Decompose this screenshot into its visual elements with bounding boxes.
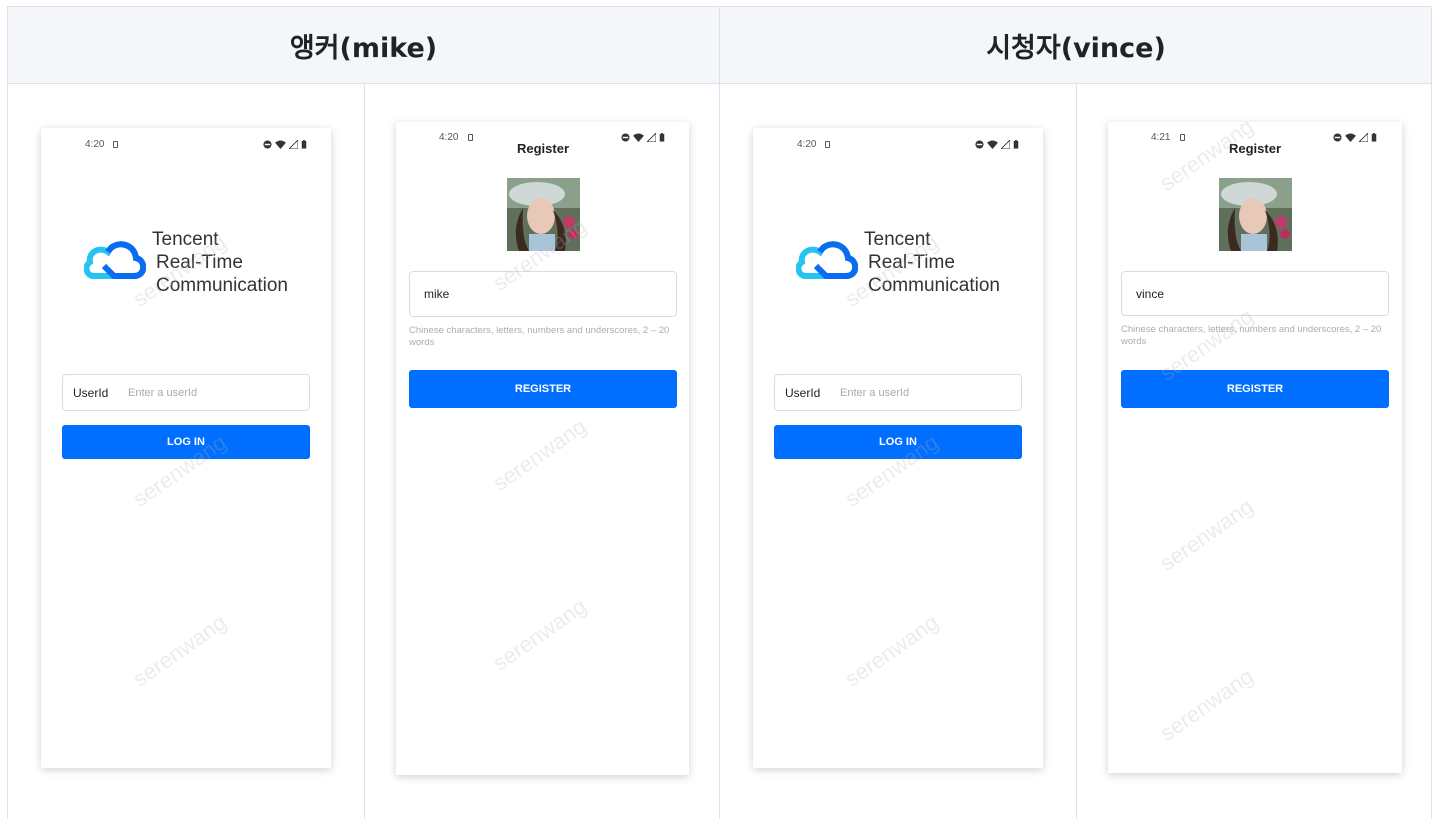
avatar[interactable] xyxy=(1219,178,1292,251)
wifi-icon xyxy=(1345,133,1356,142)
wifi-icon xyxy=(987,140,998,149)
register-button[interactable]: REGISTER xyxy=(409,370,677,408)
userid-placeholder: Enter a userId xyxy=(840,386,910,399)
logo-line: Tencent xyxy=(864,229,931,250)
avatar-image xyxy=(507,178,580,251)
status-icons xyxy=(1333,133,1377,142)
register-button[interactable]: REGISTER xyxy=(1121,370,1389,408)
sim-card-icon xyxy=(113,141,118,148)
header-viewer: 시청자(vince) xyxy=(986,33,1166,64)
battery-icon xyxy=(1371,133,1377,142)
signal-icon xyxy=(1359,133,1368,142)
signal-icon xyxy=(647,133,656,142)
status-icons xyxy=(975,140,1019,149)
userid-label: UserId xyxy=(785,385,821,400)
logo-text: Tencent Real-Time Communication xyxy=(152,228,288,297)
logo-line: Communication xyxy=(156,275,288,296)
status-time: 4:21 xyxy=(1151,132,1171,143)
sim-card-icon xyxy=(825,141,830,148)
header-anchor: 앵커(mike) xyxy=(289,33,438,64)
do-not-disturb-icon xyxy=(621,133,630,142)
userid-label: UserId xyxy=(73,385,109,400)
signal-icon xyxy=(1001,140,1010,149)
signal-icon xyxy=(289,140,298,149)
logo-line: Communication xyxy=(868,275,1000,296)
username-input[interactable]: vince xyxy=(1121,271,1389,316)
watermark: serenwang xyxy=(840,609,943,692)
username-hint: Chinese characters, letters, numbers and… xyxy=(409,325,670,348)
avatar-image xyxy=(1219,178,1292,251)
anchor-register-screen: 4:20 Register mike Chinese characters, l… xyxy=(396,122,689,775)
logo-line: Real-Time xyxy=(156,252,243,273)
watermark: serenwang xyxy=(1155,663,1258,746)
page-title: Register xyxy=(517,141,570,156)
page-title: Register xyxy=(1229,141,1282,156)
cloud-logo-icon xyxy=(796,241,858,279)
logo-line: Tencent xyxy=(152,229,219,250)
viewer-login-screen: 4:20 Tencent Real-Time Communication Use… xyxy=(753,128,1043,768)
watermark: serenwang xyxy=(488,593,591,676)
userid-input[interactable]: UserId Enter a userId xyxy=(62,374,310,411)
column-divider xyxy=(719,7,720,819)
userid-placeholder: Enter a userId xyxy=(128,386,198,399)
battery-icon xyxy=(1013,140,1019,149)
wifi-icon xyxy=(275,140,286,149)
watermark: serenwang xyxy=(128,609,231,692)
column-divider xyxy=(1076,84,1077,819)
battery-icon xyxy=(659,133,665,142)
avatar[interactable] xyxy=(507,178,580,251)
status-time: 4:20 xyxy=(439,132,459,143)
status-icons xyxy=(621,133,665,142)
battery-icon xyxy=(301,140,307,149)
logo-line: Real-Time xyxy=(868,252,955,273)
column-divider xyxy=(364,84,365,819)
anchor-login-screen: 4:20 Tencent Real-Time Communication Use… xyxy=(41,128,331,768)
username-input[interactable]: mike xyxy=(409,271,677,317)
logo-text: Tencent Real-Time Communication xyxy=(864,228,1000,297)
sim-card-icon xyxy=(468,134,473,141)
watermark: serenwang xyxy=(488,413,591,496)
status-time: 4:20 xyxy=(85,139,105,150)
cloud-logo-icon xyxy=(84,241,146,279)
status-time: 4:20 xyxy=(797,139,817,150)
username-hint: Chinese characters, letters, numbers and… xyxy=(1121,324,1382,347)
sim-card-icon xyxy=(1180,134,1185,141)
do-not-disturb-icon xyxy=(263,140,272,149)
do-not-disturb-icon xyxy=(1333,133,1342,142)
login-button[interactable]: LOG IN xyxy=(62,425,310,459)
do-not-disturb-icon xyxy=(975,140,984,149)
watermark: serenwang xyxy=(1155,493,1258,576)
wifi-icon xyxy=(633,133,644,142)
status-icons xyxy=(263,140,307,149)
login-button[interactable]: LOG IN xyxy=(774,425,1022,459)
viewer-register-screen: 4:21 Register vince Chinese characters, … xyxy=(1108,122,1402,773)
userid-input[interactable]: UserId Enter a userId xyxy=(774,374,1022,411)
